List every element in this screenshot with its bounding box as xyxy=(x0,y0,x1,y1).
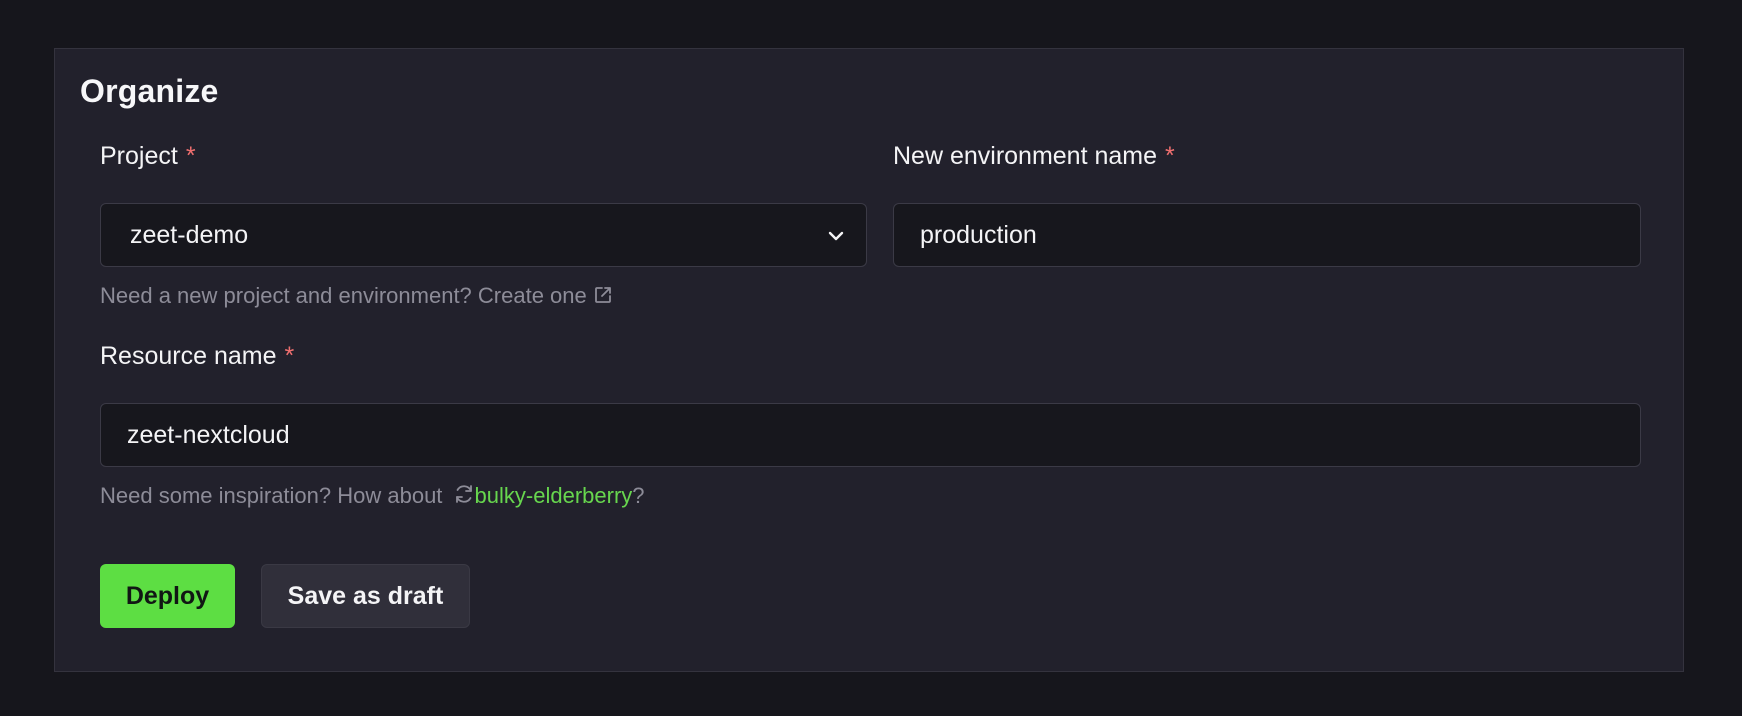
required-asterisk: * xyxy=(1165,142,1175,170)
section-title: Organize xyxy=(80,73,219,109)
project-select[interactable]: zeet-demo xyxy=(100,203,867,267)
refresh-icon[interactable] xyxy=(453,483,475,505)
project-selected-value: zeet-demo xyxy=(130,221,249,249)
resource-name-input[interactable] xyxy=(101,404,1640,466)
project-helper-text[interactable]: Need a new project and environment? Crea… xyxy=(100,283,587,308)
project-label-text: Project xyxy=(100,142,178,170)
save-as-draft-button[interactable]: Save as draft xyxy=(261,564,470,628)
resource-label-text: Resource name xyxy=(100,342,277,370)
deploy-button[interactable]: Deploy xyxy=(100,564,235,628)
required-asterisk: * xyxy=(185,142,196,170)
resource-helper-prefix: Need some inspiration? How about xyxy=(100,483,443,508)
environment-name-input[interactable] xyxy=(894,204,1640,266)
resource-helper: Need some inspiration? How about bulky-e… xyxy=(100,483,645,509)
resource-label: Resource name * xyxy=(100,342,294,371)
chevron-down-icon xyxy=(828,231,844,241)
project-helper: Need a new project and environment? Crea… xyxy=(100,283,613,309)
environment-label-text: New environment name xyxy=(893,142,1158,170)
environment-name-field[interactable] xyxy=(893,203,1641,267)
project-label: Project * xyxy=(100,142,196,171)
required-asterisk: * xyxy=(284,342,295,370)
organize-card: Organize Project * zeet-demo Need a new p… xyxy=(54,48,1684,672)
resource-name-field[interactable] xyxy=(100,403,1641,467)
external-link-icon[interactable] xyxy=(593,285,613,305)
resource-helper-suffix: ? xyxy=(632,483,645,508)
suggested-name-link[interactable]: bulky-elderberry xyxy=(475,483,633,508)
environment-label: New environment name * xyxy=(893,142,1175,171)
